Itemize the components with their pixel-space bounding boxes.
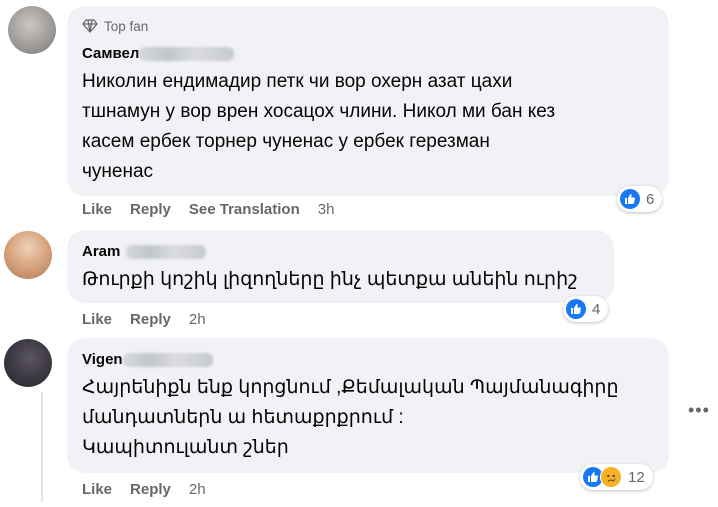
like-button[interactable]: Like	[82, 311, 112, 328]
thread-line	[41, 392, 43, 502]
avatar[interactable]	[8, 6, 56, 54]
top-fan-badge[interactable]: Top fan	[82, 18, 148, 34]
comment-text: Николин ендимадир петк чи вор охерн азат…	[82, 71, 556, 182]
redacted-surname	[126, 244, 207, 259]
reply-button[interactable]: Reply	[130, 201, 171, 218]
like-icon	[620, 189, 640, 209]
comment-actions: Like Reply 2h	[82, 311, 206, 328]
timestamp[interactable]: 2h	[189, 481, 206, 498]
reaction-summary[interactable]: 6	[617, 186, 663, 212]
like-button[interactable]: Like	[82, 481, 112, 498]
reaction-summary[interactable]: 4	[563, 296, 609, 322]
timestamp[interactable]: 2h	[189, 311, 206, 328]
comment-actions: Like Reply 2h	[82, 481, 206, 498]
reply-button[interactable]: Reply	[130, 481, 171, 498]
like-button[interactable]: Like	[82, 201, 112, 218]
comment-text: Հայրենիքն ենք կորցնում ,Քեմալական Պայման…	[82, 377, 619, 458]
redacted-surname	[122, 352, 213, 367]
commenter-name[interactable]: Aram	[82, 243, 207, 260]
timestamp[interactable]: 3h	[318, 201, 335, 218]
commenter-name[interactable]: Vigen	[82, 351, 213, 368]
reply-button[interactable]: Reply	[130, 311, 171, 328]
redacted-surname	[139, 46, 235, 61]
reaction-count: 4	[592, 300, 601, 318]
reaction-summary[interactable]: 12	[580, 464, 653, 490]
sad-icon	[600, 466, 622, 488]
comment-actions: Like Reply See Translation 3h	[82, 201, 334, 218]
see-translation-button[interactable]: See Translation	[189, 201, 300, 218]
like-icon	[566, 299, 586, 319]
reaction-count: 6	[646, 190, 655, 208]
commenter-name[interactable]: Самвел	[82, 45, 235, 62]
diamond-icon	[82, 18, 98, 34]
avatar[interactable]	[4, 231, 52, 279]
reaction-count: 12	[628, 468, 645, 486]
avatar[interactable]	[4, 339, 52, 387]
badge-label: Top fan	[104, 18, 149, 34]
more-icon[interactable]: •••	[688, 400, 710, 421]
comment-text: Թուրքի կոշիկ լիզողները ինչ պետքա անեին ո…	[82, 269, 578, 290]
